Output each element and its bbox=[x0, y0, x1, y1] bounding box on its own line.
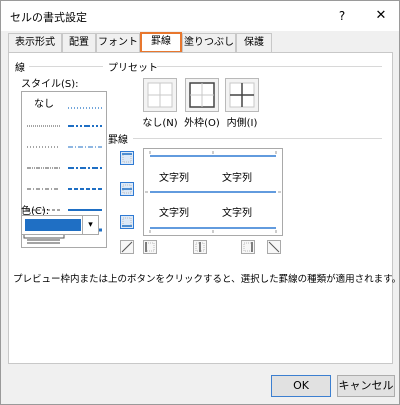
preset-none-label[interactable]: なし(N) bbox=[136, 114, 184, 129]
border-group-label: 罫線 bbox=[108, 135, 128, 146]
preset-inside-icon bbox=[229, 82, 255, 108]
presets-group-divider bbox=[157, 66, 382, 67]
border-inside-vertical-icon bbox=[195, 242, 205, 252]
style-label: スタイル(S): bbox=[21, 79, 79, 90]
border-top-button[interactable] bbox=[120, 151, 134, 165]
preset-none-button[interactable] bbox=[143, 78, 177, 112]
preset-outline-icon bbox=[189, 82, 215, 108]
border-right-icon bbox=[243, 242, 253, 252]
cancel-button[interactable]: キャンセル bbox=[337, 375, 395, 397]
border-inside-horizontal-icon bbox=[122, 184, 132, 194]
tab-number[interactable]: 表示形式 bbox=[8, 33, 62, 52]
preview-cell-text: 文字列 bbox=[159, 173, 189, 184]
preset-inside-button[interactable] bbox=[225, 78, 259, 112]
diagonal-up-icon bbox=[121, 241, 133, 253]
tab-font[interactable]: フォント bbox=[96, 33, 140, 52]
border-inside-vertical-button[interactable] bbox=[193, 240, 207, 254]
presets-group-label: プリセット bbox=[108, 63, 158, 74]
diagonal-down-icon bbox=[268, 241, 280, 253]
preview-cell-text: 文字列 bbox=[222, 173, 252, 184]
title-bar: セルの書式設定 ? ✕ bbox=[1, 1, 399, 31]
line-group-divider bbox=[29, 66, 103, 67]
border-bottom-icon bbox=[122, 217, 132, 227]
chevron-down-icon[interactable]: ▾ bbox=[82, 216, 98, 234]
border-tab-panel: 線 スタイル(S): なし 色(C): ▾ プリセット なし(N) 外枠(O) … bbox=[8, 52, 400, 364]
preset-inside-label[interactable]: 内側(I) bbox=[218, 114, 266, 129]
border-preview[interactable]: 文字列 文字列 文字列 文字列 bbox=[143, 148, 283, 236]
ok-button[interactable]: OK bbox=[271, 375, 331, 397]
line-style-none[interactable]: なし bbox=[34, 95, 54, 110]
tab-alignment[interactable]: 配置 bbox=[62, 33, 96, 52]
tab-protection[interactable]: 保護 bbox=[236, 33, 272, 52]
tab-fill[interactable]: 塗りつぶし bbox=[182, 33, 236, 52]
preset-outline-button[interactable] bbox=[185, 78, 219, 112]
dialog-title: セルの書式設定 bbox=[10, 11, 87, 24]
color-dropdown[interactable]: ▾ bbox=[21, 215, 99, 235]
tab-border[interactable]: 罫線 bbox=[140, 32, 182, 53]
format-cells-dialog: セルの書式設定 ? ✕ 表示形式 配置 フォント 罫線 塗りつぶし 保護 線 ス… bbox=[0, 0, 400, 405]
preview-cell-text: 文字列 bbox=[159, 208, 189, 219]
border-group-divider bbox=[133, 138, 382, 139]
preview-cell-text: 文字列 bbox=[222, 208, 252, 219]
instruction-note: プレビュー枠内または上のボタンをクリックすると、選択した罫線の種類が適用されます… bbox=[13, 274, 400, 285]
color-swatch bbox=[25, 219, 81, 231]
border-left-button[interactable] bbox=[143, 240, 157, 254]
border-left-icon bbox=[145, 242, 155, 252]
close-button[interactable]: ✕ bbox=[369, 5, 393, 27]
preset-none-icon bbox=[147, 82, 173, 108]
border-diagonal-up-button[interactable] bbox=[120, 240, 134, 254]
border-inside-horizontal-button[interactable] bbox=[120, 182, 134, 196]
border-right-button[interactable] bbox=[241, 240, 255, 254]
help-button[interactable]: ? bbox=[331, 6, 353, 26]
border-diagonal-down-button[interactable] bbox=[267, 240, 281, 254]
preview-lines bbox=[145, 151, 281, 233]
border-top-icon bbox=[122, 153, 132, 163]
border-bottom-button[interactable] bbox=[120, 215, 134, 229]
line-group-label: 線 bbox=[15, 63, 25, 74]
